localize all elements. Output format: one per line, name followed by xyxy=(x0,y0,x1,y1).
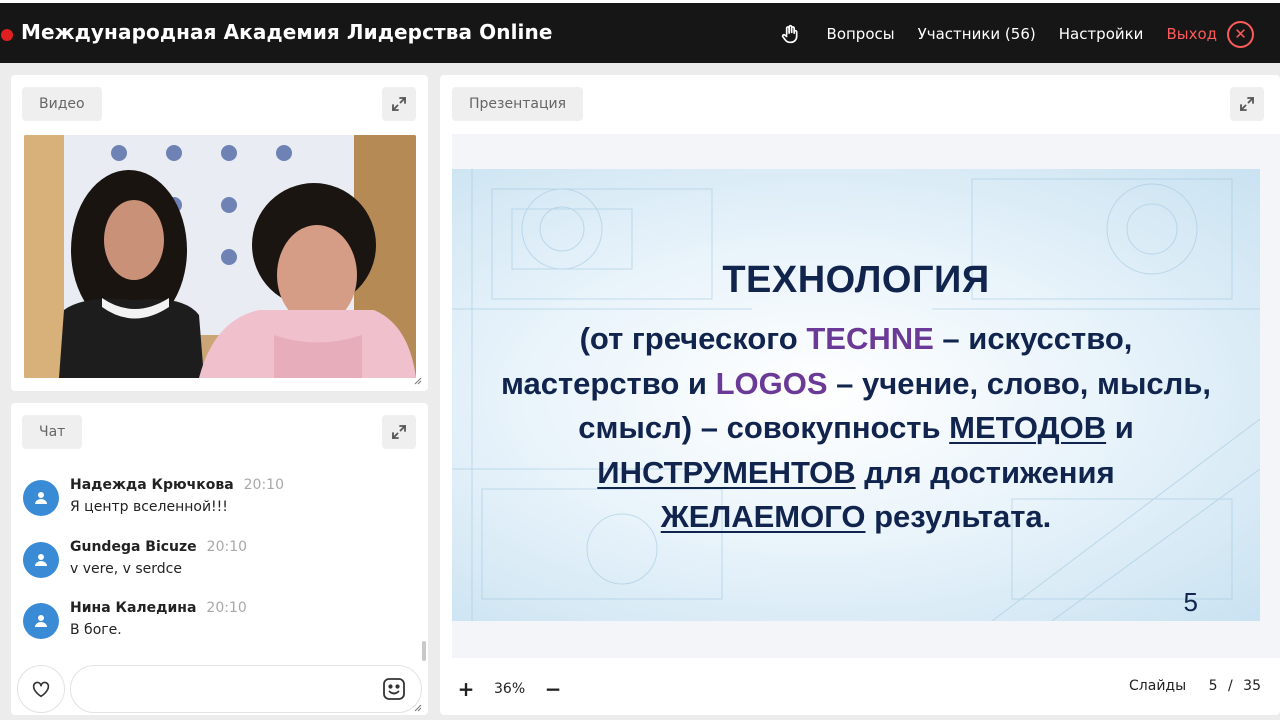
presentation-panel: Презентация ТЕХНОЛОГИЯ (от греческого TE… xyxy=(440,75,1280,715)
nav-questions[interactable]: Вопросы xyxy=(827,25,895,43)
message-author: Надежда Крючкова 20:10 xyxy=(70,477,284,493)
slide-separator: / xyxy=(1228,678,1233,694)
message-text: В боге. xyxy=(70,622,122,638)
user-icon xyxy=(23,542,59,578)
hand-icon[interactable] xyxy=(779,23,801,45)
slide-line: смысл) – совокупность МЕТОДОВ и xyxy=(578,410,1134,445)
user-icon xyxy=(23,480,59,516)
slide-total: 35 xyxy=(1243,678,1261,694)
slide-body: (от греческого TECHNE – искусство, масте… xyxy=(472,317,1240,540)
zoom-controls: + 36% − xyxy=(454,674,565,704)
app-title: Международная Академия Лидерства Online xyxy=(21,20,553,44)
message-time: 20:10 xyxy=(206,600,247,616)
zoom-in-button[interactable]: + xyxy=(454,677,478,701)
message-time: 20:10 xyxy=(243,477,284,493)
resize-grip-icon[interactable] xyxy=(414,704,422,712)
message-text: Я центр вселенной!!! xyxy=(70,499,228,515)
video-tab[interactable]: Видео xyxy=(22,87,102,121)
nav-participants[interactable]: Участники (56) xyxy=(918,25,1036,43)
exit-button[interactable]: Выход xyxy=(1166,25,1217,43)
slide-current: 5 xyxy=(1208,678,1218,694)
slide-viewport: ТЕХНОЛОГИЯ (от греческого TECHNE – искус… xyxy=(452,134,1280,658)
zoom-level: 36% xyxy=(494,681,526,697)
chat-message: Надежда Крючкова 20:10 Я центр вселенной!… xyxy=(23,476,403,526)
chat-message: Нина Каледина 20:10 В боге. xyxy=(23,599,403,649)
chat-panel: Чат Надежда Крючкова 20:10 Я центр вселен… xyxy=(11,403,428,715)
slide-title: ТЕХНОЛОГИЯ xyxy=(722,259,990,301)
heart-icon xyxy=(32,681,50,698)
message-author: Gundega Bicuze 20:10 xyxy=(70,539,248,555)
live-indicator xyxy=(1,29,13,41)
chat-tab[interactable]: Чат xyxy=(22,415,83,449)
chat-message: Gundega Bicuze 20:10 v vere, v serdce xyxy=(23,538,403,588)
close-icon[interactable]: ✕ xyxy=(1227,20,1254,48)
top-nav: Вопросы Участники (56) Настройки Выход ✕ xyxy=(779,19,1254,49)
slide-counter-label: Слайды xyxy=(1129,678,1187,694)
slide-line: ЖЕЛАЕМОГО результата. xyxy=(660,499,1052,534)
slide-line: (от греческого TECHNE – искусство, xyxy=(579,321,1133,356)
expand-icon[interactable] xyxy=(1230,87,1264,121)
message-text: v vere, v serdce xyxy=(70,561,182,577)
top-bar: Международная Академия Лидерства Online … xyxy=(0,0,1280,63)
presentation-tab[interactable]: Презентация xyxy=(452,87,584,121)
message-time: 20:10 xyxy=(206,539,248,555)
slide-page-number: 5 xyxy=(1183,587,1198,617)
slide-counter: Слайды 5 / 35 xyxy=(1129,678,1261,694)
presentation-slide: ТЕХНОЛОГИЯ (от греческого TECHNE – искус… xyxy=(452,169,1260,621)
video-panel: Видео xyxy=(11,75,428,391)
message-author: Нина Каледина 20:10 xyxy=(70,600,247,616)
zoom-out-button[interactable]: − xyxy=(541,677,565,701)
smiley-icon[interactable] xyxy=(381,676,407,702)
video-stream[interactable] xyxy=(24,135,416,378)
resize-grip-icon[interactable] xyxy=(414,377,422,385)
chat-input[interactable] xyxy=(70,665,422,713)
user-icon xyxy=(23,603,59,639)
nav-settings[interactable]: Настройки xyxy=(1059,25,1144,43)
like-button[interactable] xyxy=(17,665,65,713)
chat-scrollbar[interactable] xyxy=(422,641,426,661)
slide-line: мастерство и LOGOS – учение, слово, мысл… xyxy=(500,365,1212,401)
slide-line: ИНСТРУМЕНТОВ для достижения xyxy=(597,454,1115,490)
expand-icon[interactable] xyxy=(382,415,416,449)
expand-icon[interactable] xyxy=(382,87,416,121)
